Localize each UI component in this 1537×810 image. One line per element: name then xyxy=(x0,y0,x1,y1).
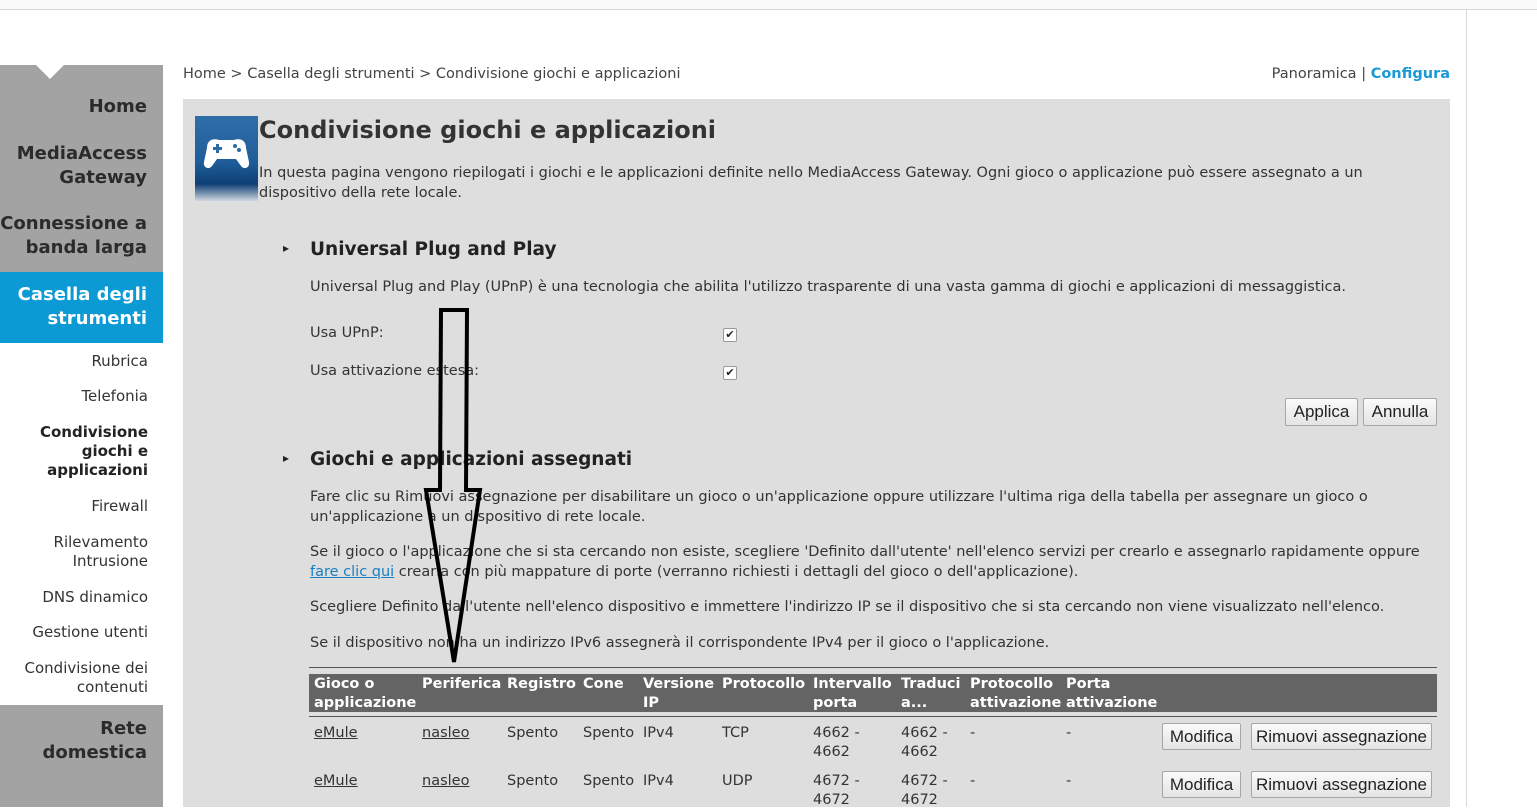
sidebar-notch xyxy=(36,65,64,79)
annotation-arrow xyxy=(423,308,483,663)
